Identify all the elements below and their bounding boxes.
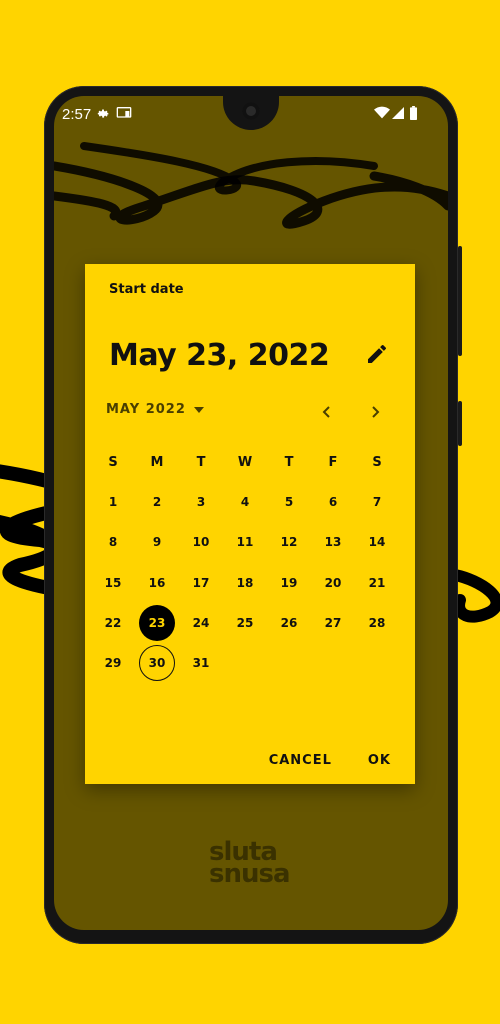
calendar-day-18[interactable]: 18 bbox=[227, 565, 263, 601]
calendar-day-6[interactable]: 6 bbox=[315, 484, 351, 520]
calendar-week-row: 8 9 10 11 12 13 14 bbox=[95, 524, 405, 564]
screen: 2:57 Start date May 23, 2022 MAY 2022 S … bbox=[54, 96, 448, 930]
calendar-week-row: 29 30 31 bbox=[95, 645, 405, 685]
dropdown-arrow-icon bbox=[193, 406, 204, 413]
month-year-label: MAY 2022 bbox=[106, 402, 186, 417]
calendar-day-4[interactable]: 4 bbox=[227, 484, 263, 520]
pencil-icon bbox=[368, 344, 386, 363]
calendar-day-14[interactable]: 14 bbox=[359, 524, 395, 560]
calendar-day-12[interactable]: 12 bbox=[271, 524, 307, 560]
calendar-day-27[interactable]: 27 bbox=[315, 605, 351, 641]
header-scribble-decoration bbox=[54, 142, 448, 229]
calendar-week-row: 15 16 17 18 19 20 21 bbox=[95, 565, 405, 605]
calendar-day-19[interactable]: 19 bbox=[271, 565, 307, 601]
weekday-label: S bbox=[108, 454, 118, 470]
calendar-day-31[interactable]: 31 bbox=[183, 645, 219, 681]
chevron-left-icon bbox=[322, 406, 330, 418]
volume-button bbox=[458, 246, 462, 356]
calendar-day-30[interactable]: 30 bbox=[139, 645, 175, 681]
edit-date-button[interactable] bbox=[365, 342, 389, 366]
calendar-day-25[interactable]: 25 bbox=[227, 605, 263, 641]
signal-icon bbox=[392, 106, 404, 124]
next-month-button[interactable] bbox=[365, 402, 385, 422]
calendar-day-28[interactable]: 28 bbox=[359, 605, 395, 641]
calendar-day-29[interactable]: 29 bbox=[95, 645, 131, 681]
status-time: 2:57 bbox=[62, 106, 92, 123]
weekday-header-row: SMTWTFS bbox=[95, 444, 405, 484]
calendar-week-row: 1234567 bbox=[95, 484, 405, 524]
weekday-label: W bbox=[237, 454, 253, 470]
weekday-label: S bbox=[372, 454, 382, 470]
calendar-week-row: 22 23 24 25 26 27 28 bbox=[95, 605, 405, 645]
phone-frame: 2:57 Start date May 23, 2022 MAY 2022 S … bbox=[44, 86, 462, 944]
calendar-day-26[interactable]: 26 bbox=[271, 605, 307, 641]
calendar-day-20[interactable]: 20 bbox=[315, 565, 351, 601]
selected-date-heading: May 23, 2022 bbox=[109, 338, 330, 373]
weekday-label: T bbox=[196, 454, 206, 470]
month-year-selector[interactable]: MAY 2022 bbox=[106, 402, 204, 417]
cancel-button[interactable]: CANCEL bbox=[269, 753, 332, 768]
calendar-day-13[interactable]: 13 bbox=[315, 524, 351, 560]
front-camera bbox=[242, 102, 260, 120]
settings-icon bbox=[96, 106, 110, 124]
date-picker-dialog: Start date May 23, 2022 MAY 2022 S M T W T F S… bbox=[85, 264, 415, 784]
calendar-day-2[interactable]: 2 bbox=[139, 484, 175, 520]
ok-button[interactable]: OK bbox=[368, 753, 391, 768]
dialog-title: Start date bbox=[109, 282, 184, 297]
calendar-day-8[interactable]: 8 bbox=[95, 524, 131, 560]
chevron-right-icon bbox=[372, 406, 380, 418]
calendar-day-10[interactable]: 10 bbox=[183, 524, 219, 560]
cast-icon bbox=[116, 106, 132, 124]
calendar-day-23[interactable]: 23 bbox=[139, 605, 175, 641]
weekday-label: T bbox=[284, 454, 294, 470]
calendar-day-16[interactable]: 16 bbox=[139, 565, 175, 601]
calendar-day-17[interactable]: 17 bbox=[183, 565, 219, 601]
calendar-day-24[interactable]: 24 bbox=[183, 605, 219, 641]
calendar-day-9[interactable]: 9 bbox=[139, 524, 175, 560]
dialog-actions: CANCEL OK bbox=[269, 753, 391, 768]
calendar-day-15[interactable]: 15 bbox=[95, 565, 131, 601]
previous-month-button[interactable] bbox=[317, 402, 337, 422]
calendar-day-3[interactable]: 3 bbox=[183, 484, 219, 520]
calendar-day-22[interactable]: 22 bbox=[95, 605, 131, 641]
calendar-day-11[interactable]: 11 bbox=[227, 524, 263, 560]
battery-icon bbox=[409, 106, 418, 124]
calendar-day-5[interactable]: 5 bbox=[271, 484, 307, 520]
power-button bbox=[458, 401, 462, 446]
weekday-label: F bbox=[328, 454, 338, 470]
wifi-icon bbox=[374, 106, 390, 124]
calendar-day-7[interactable]: 7 bbox=[359, 484, 395, 520]
calendar-day-21[interactable]: 21 bbox=[359, 565, 395, 601]
sluta-snusa-logo: sluta snusa bbox=[209, 839, 291, 889]
calendar-day-1[interactable]: 1 bbox=[95, 484, 131, 520]
logo-line-2: snusa bbox=[209, 859, 291, 889]
weekday-label: M bbox=[150, 454, 164, 470]
